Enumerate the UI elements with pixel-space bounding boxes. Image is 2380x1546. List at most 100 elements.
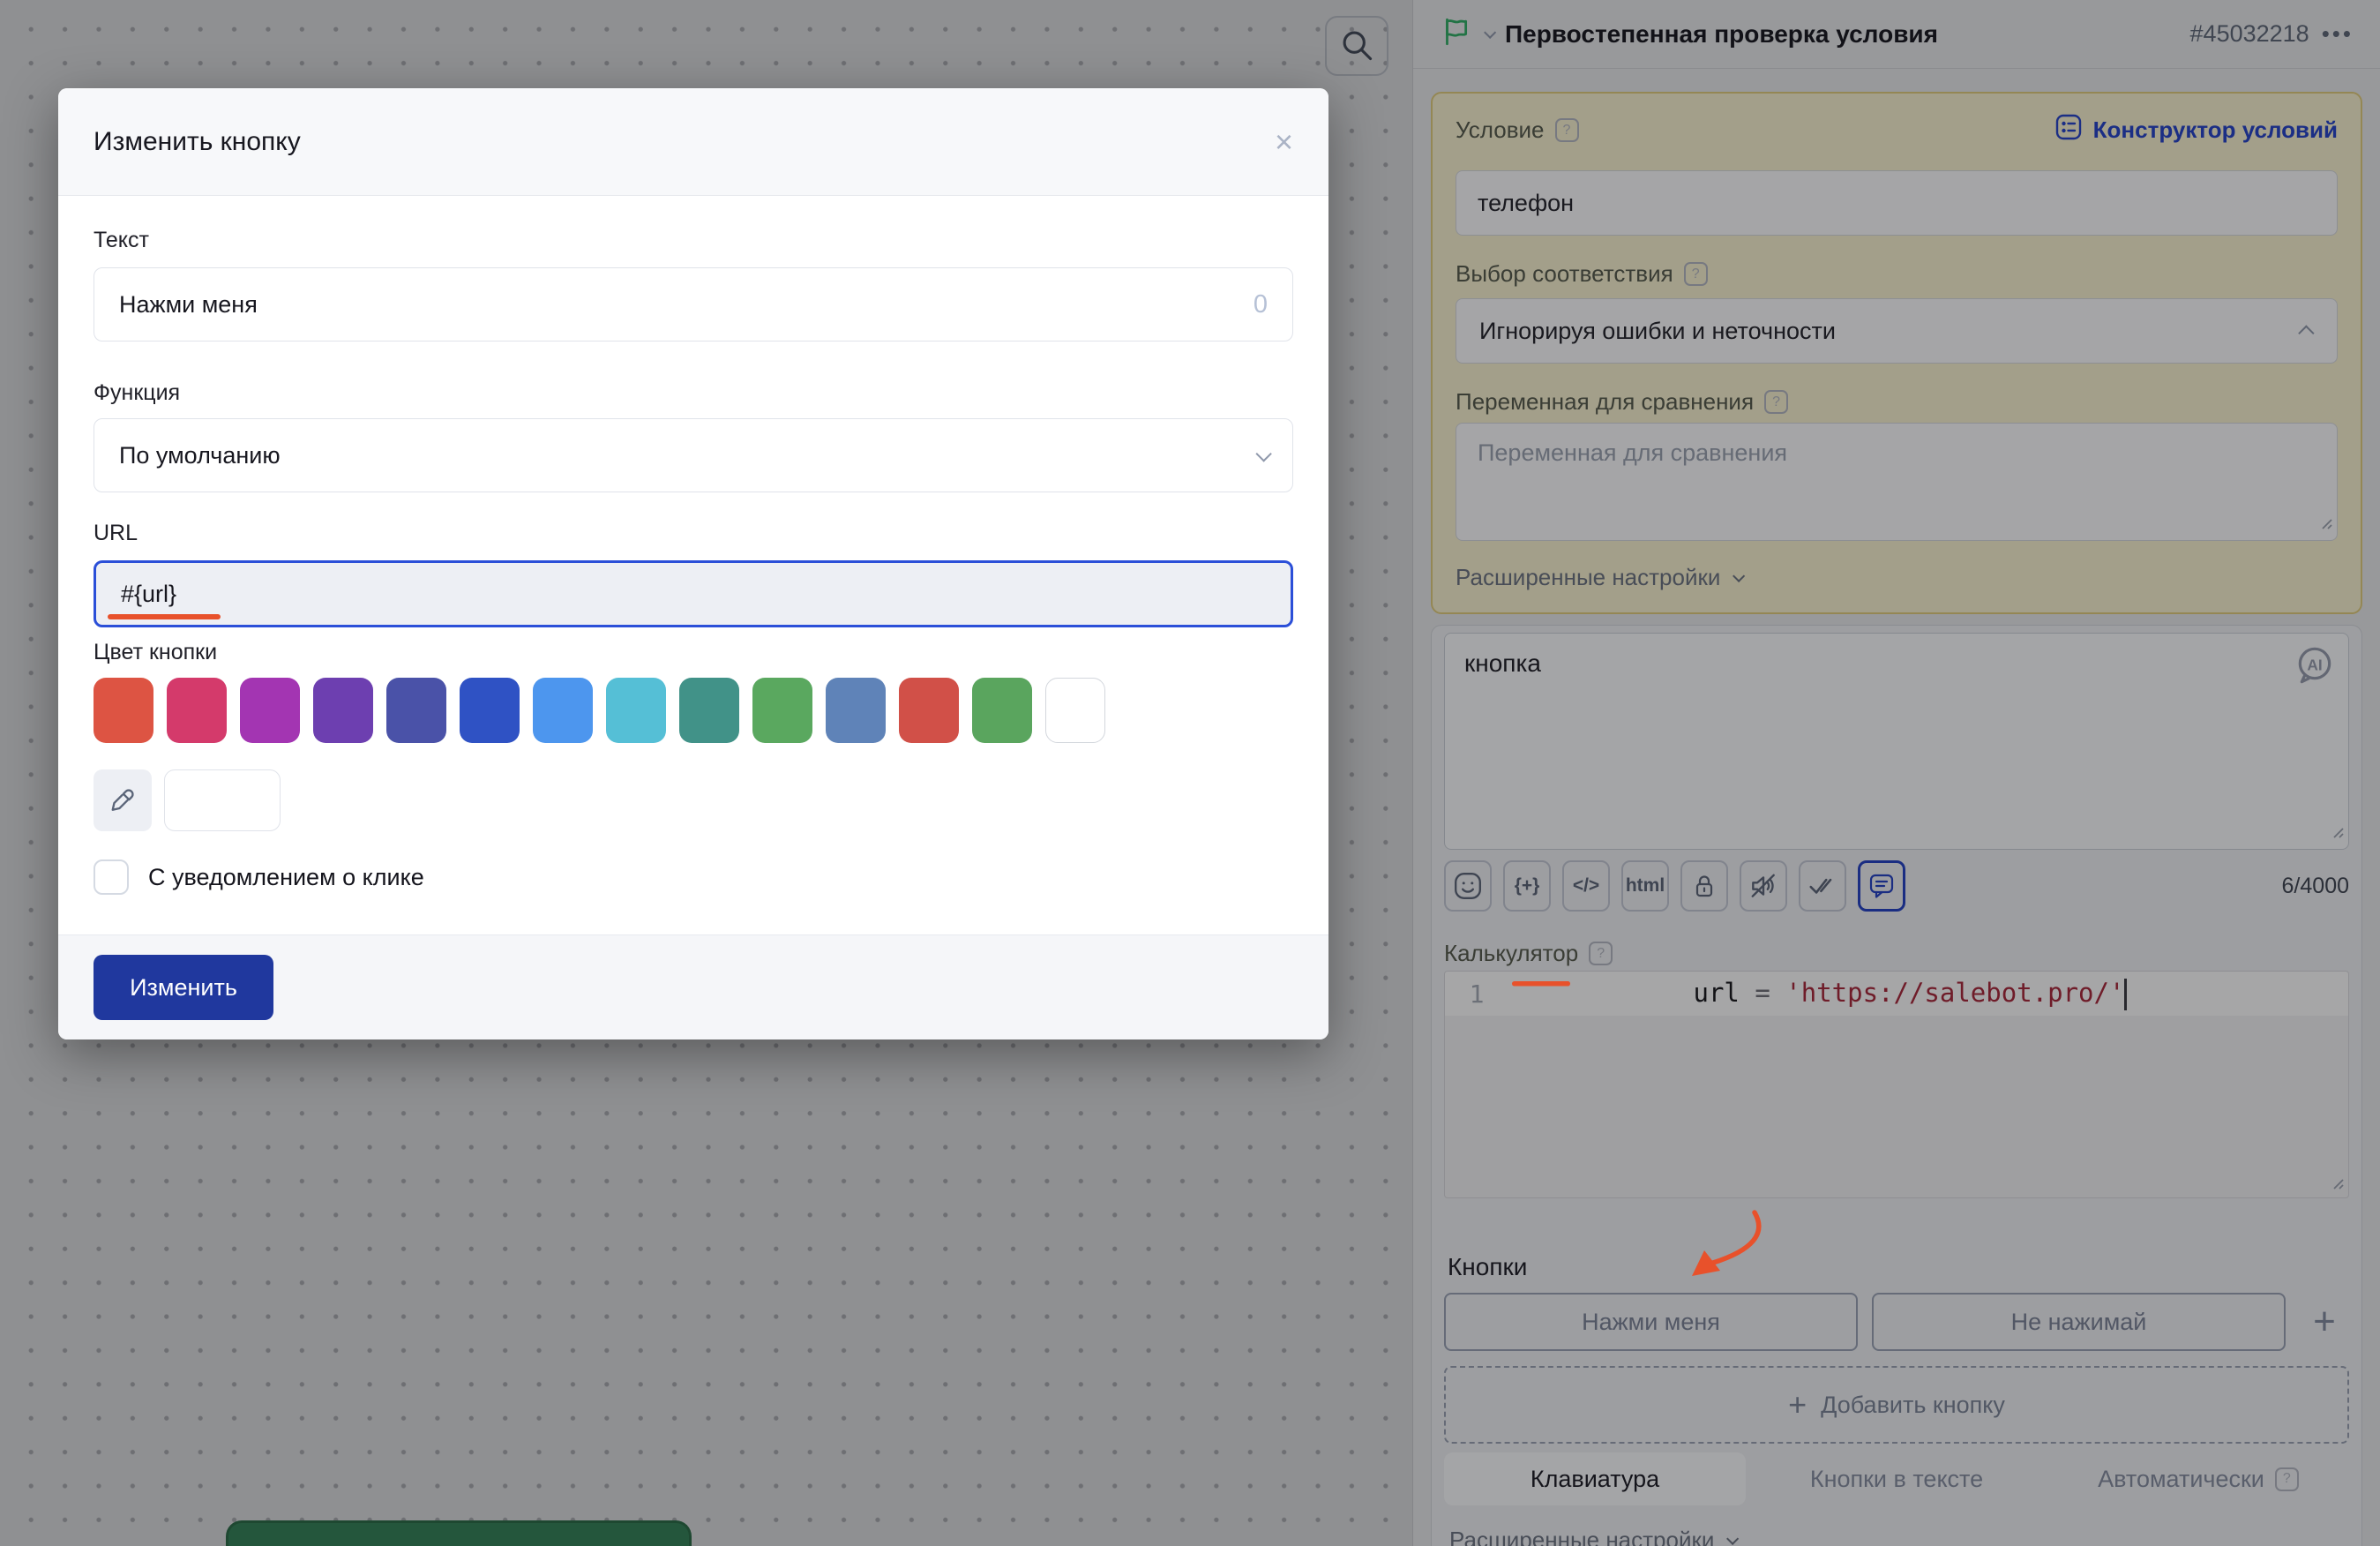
color-swatch[interactable] [386, 678, 446, 743]
help-icon[interactable]: ? [1764, 390, 1789, 414]
url-input[interactable] [121, 580, 1266, 608]
color-swatch[interactable] [460, 678, 520, 743]
color-swatches [94, 678, 1293, 743]
message-advanced-label: Расширенные настройки [1449, 1527, 1715, 1546]
color-swatch[interactable] [94, 678, 153, 743]
block-id: #45032218 [2189, 20, 2309, 47]
code-icon[interactable]: </> [1562, 860, 1610, 912]
color-swatch[interactable] [679, 678, 739, 743]
sound-off-icon[interactable] [1740, 860, 1787, 912]
color-swatch[interactable] [533, 678, 593, 743]
block-title: Первостепенная проверка условия [1505, 19, 1938, 48]
variable-label: Переменная для сравнения [1456, 388, 1755, 415]
text-counter: 0 [1253, 289, 1268, 319]
message-card: кнопка AI {+} </> html 6/4000 Калькулято… [1431, 625, 2362, 1546]
color-swatch[interactable] [972, 678, 1032, 743]
button-text-input[interactable] [119, 290, 1254, 319]
insert-variable-icon[interactable]: {+} [1503, 860, 1551, 912]
condition-builder-link[interactable]: Конструктор условий [2054, 113, 2338, 147]
notify-checkbox-label: С уведомлением о клике [148, 863, 424, 890]
variable-textarea[interactable]: Переменная для сравнения [1456, 423, 2338, 541]
condition-builder-icon [2054, 113, 2083, 147]
color-swatch[interactable] [240, 678, 300, 743]
edit-button-modal: Изменить кнопку × Текст 0 Функция По умо… [58, 88, 1328, 1039]
color-swatch[interactable] [606, 678, 666, 743]
function-field-label: Функция [94, 380, 181, 405]
html-icon[interactable]: html [1621, 860, 1669, 912]
close-icon[interactable]: × [1275, 125, 1293, 158]
chevron-up-icon [2298, 324, 2315, 341]
url-field-label: URL [94, 521, 138, 545]
resize-handle-icon[interactable] [2329, 1175, 2345, 1194]
condition-label: Условие [1456, 116, 1545, 143]
notify-checkbox-row[interactable]: С уведомлением о клике [94, 859, 1293, 895]
color-swatch[interactable] [313, 678, 373, 743]
match-select[interactable]: Игнорируя ошибки и неточности [1456, 298, 2338, 364]
tab-automatic[interactable]: Автоматически ? [2047, 1452, 2349, 1505]
lock-icon[interactable] [1680, 860, 1728, 912]
notify-checkbox[interactable] [94, 859, 129, 895]
condition-advanced-toggle[interactable]: Расширенные настройки [1456, 564, 2338, 591]
buttons-row: Нажми меня Не нажимай + [1444, 1293, 2349, 1351]
message-text: кнопка [1464, 649, 1541, 677]
help-icon[interactable]: ? [2274, 1467, 2299, 1491]
message-textarea[interactable]: кнопка AI [1444, 633, 2349, 850]
keyboard-tabs: Клавиатура Кнопки в тексте Автоматически… [1444, 1452, 2349, 1505]
modal-title: Изменить кнопку [94, 126, 301, 156]
color-swatch-white[interactable] [1045, 678, 1105, 743]
comment-icon[interactable] [1858, 860, 1905, 912]
tab-buttons-in-text[interactable]: Кнопки в тексте [1746, 1452, 2047, 1505]
condition-input[interactable] [1456, 170, 2338, 236]
function-select[interactable]: По умолчанию [94, 418, 1293, 492]
code-variable: url [1693, 977, 1740, 1008]
canvas-search-button[interactable] [1325, 16, 1388, 76]
code-operator: = [1739, 977, 1786, 1008]
add-button[interactable]: + Добавить кнопку [1444, 1366, 2349, 1444]
tab-keyboard[interactable]: Клавиатура [1444, 1452, 1746, 1505]
emoji-icon[interactable] [1444, 860, 1492, 912]
resize-handle-icon[interactable] [2329, 817, 2345, 845]
plus-icon: + [1788, 1386, 1807, 1422]
color-swatch[interactable] [167, 678, 227, 743]
collapse-chevron-icon[interactable] [1484, 26, 1497, 39]
chevron-down-icon [1733, 569, 1746, 582]
chat-button-2[interactable]: Не нажимай [1872, 1293, 2286, 1351]
variable-placeholder: Переменная для сравнения [1478, 439, 1788, 466]
modal-header: Изменить кнопку × [58, 88, 1328, 196]
code-line[interactable]: 1 url = 'https://salebot.pro/' [1445, 972, 2348, 1016]
condition-advanced-label: Расширенные настройки [1456, 564, 1721, 590]
color-swatch[interactable] [899, 678, 959, 743]
color-swatch[interactable] [826, 678, 886, 743]
chevron-down-icon [1255, 445, 1272, 462]
custom-color-input[interactable] [164, 769, 281, 831]
help-icon[interactable]: ? [1589, 942, 1613, 965]
tab-automatic-label: Автоматически [2098, 1465, 2264, 1492]
url-field [94, 560, 1293, 627]
message-toolbar: {+} </> html 6/4000 [1444, 860, 2349, 912]
chat-button-1[interactable]: Нажми меня [1444, 1293, 1858, 1351]
buttons-heading: Кнопки [1448, 1253, 1528, 1280]
text-field-label: Текст [94, 228, 149, 252]
line-number: 1 [1469, 979, 1485, 1009]
flow-node-green[interactable] [226, 1520, 692, 1546]
submit-button[interactable]: Изменить [94, 955, 273, 1020]
calculator-code-editor[interactable]: 1 url = 'https://salebot.pro/' [1444, 971, 2349, 1198]
double-check-icon[interactable] [1799, 860, 1846, 912]
condition-card: Условие ? Конструктор условий телефон Вы… [1431, 92, 2362, 614]
help-icon[interactable]: ? [1554, 118, 1579, 142]
color-swatch[interactable] [752, 678, 812, 743]
char-counter: 6/4000 [2281, 873, 2349, 898]
function-select-value: По умолчанию [119, 441, 281, 469]
flag-icon [1440, 16, 1471, 52]
app-screen: Первостепенная проверка условия #4503221… [0, 0, 2380, 1546]
ai-assistant-icon[interactable]: AI [2294, 644, 2336, 693]
text-field: 0 [94, 267, 1293, 341]
eyedropper-icon[interactable] [94, 769, 152, 831]
match-label: Выбор соответствия [1456, 260, 1673, 287]
add-button-plus-icon[interactable]: + [2300, 1293, 2349, 1351]
more-menu-icon[interactable]: ••• [2322, 20, 2354, 48]
message-advanced-toggle[interactable]: Расширенные настройки [1449, 1527, 2344, 1546]
help-icon[interactable]: ? [1683, 262, 1708, 286]
chevron-down-icon [1726, 1532, 1740, 1545]
resize-handle-icon[interactable] [2317, 509, 2333, 537]
